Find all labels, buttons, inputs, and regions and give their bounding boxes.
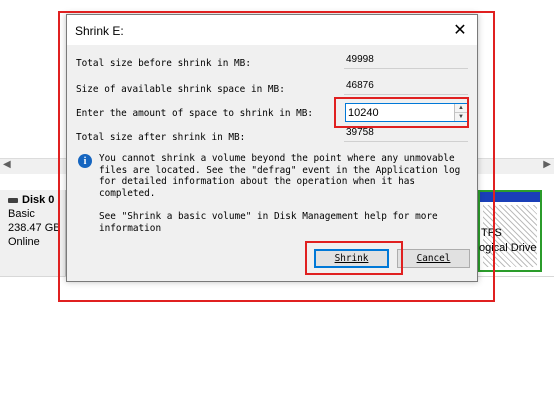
disk-size: 238.47 GB (8, 222, 61, 234)
disk-name: Disk 0 (22, 194, 55, 206)
close-icon: ✕ (453, 22, 467, 39)
amount-label: Enter the amount of space to shrink in M… (76, 108, 314, 119)
disk-icon (8, 197, 18, 203)
scroll-left-icon[interactable]: ◀ (3, 159, 11, 170)
shrink-button-label: Shrink (334, 253, 369, 264)
total-after-value: 39758 (344, 127, 468, 142)
partition-logical-drive[interactable]: TFS ogical Drive (478, 190, 542, 272)
disk-type: Basic (8, 208, 35, 220)
disk-info-panel[interactable]: Disk 0 Basic 238.47 GB Online (0, 190, 66, 276)
total-after-label: Total size after shrink in MB: (76, 132, 246, 143)
spin-up-icon[interactable]: ▲ (455, 104, 467, 113)
total-before-value: 49998 (344, 54, 468, 69)
amount-stepper[interactable]: ▲ ▼ (345, 103, 468, 122)
total-before-label: Total size before shrink in MB: (76, 58, 251, 69)
amount-spin-buttons[interactable]: ▲ ▼ (454, 104, 467, 121)
disk-title: Disk 0 (8, 194, 65, 206)
partition-type-label: ogical Drive (479, 242, 537, 254)
disk-status: Online (8, 236, 40, 248)
info-icon: i (78, 154, 92, 168)
help-text: See "Shrink a basic volume" in Disk Mana… (99, 211, 438, 234)
cancel-button-label: Cancel (416, 253, 451, 264)
partition-header (480, 192, 540, 202)
partition-body: TFS ogical Drive (479, 205, 537, 267)
shrink-dialog: Shrink E: ✕ Total size before shrink in … (66, 14, 478, 282)
scroll-right-icon[interactable]: ▶ (543, 159, 551, 170)
info-text: You cannot shrink a volume beyond the po… (99, 153, 461, 199)
spin-down-icon[interactable]: ▼ (455, 113, 467, 121)
cancel-button[interactable]: Cancel (397, 249, 470, 268)
dialog-title: Shrink E: (75, 24, 124, 38)
shrink-button[interactable]: Shrink (314, 249, 389, 268)
amount-input[interactable] (346, 104, 454, 121)
dialog-titlebar[interactable]: Shrink E: ✕ (67, 15, 477, 45)
available-space-value: 46876 (344, 80, 468, 95)
available-space-label: Size of available shrink space in MB: (76, 84, 285, 95)
partition-fs-label: TFS (481, 227, 502, 239)
close-button[interactable]: ✕ (443, 15, 477, 45)
